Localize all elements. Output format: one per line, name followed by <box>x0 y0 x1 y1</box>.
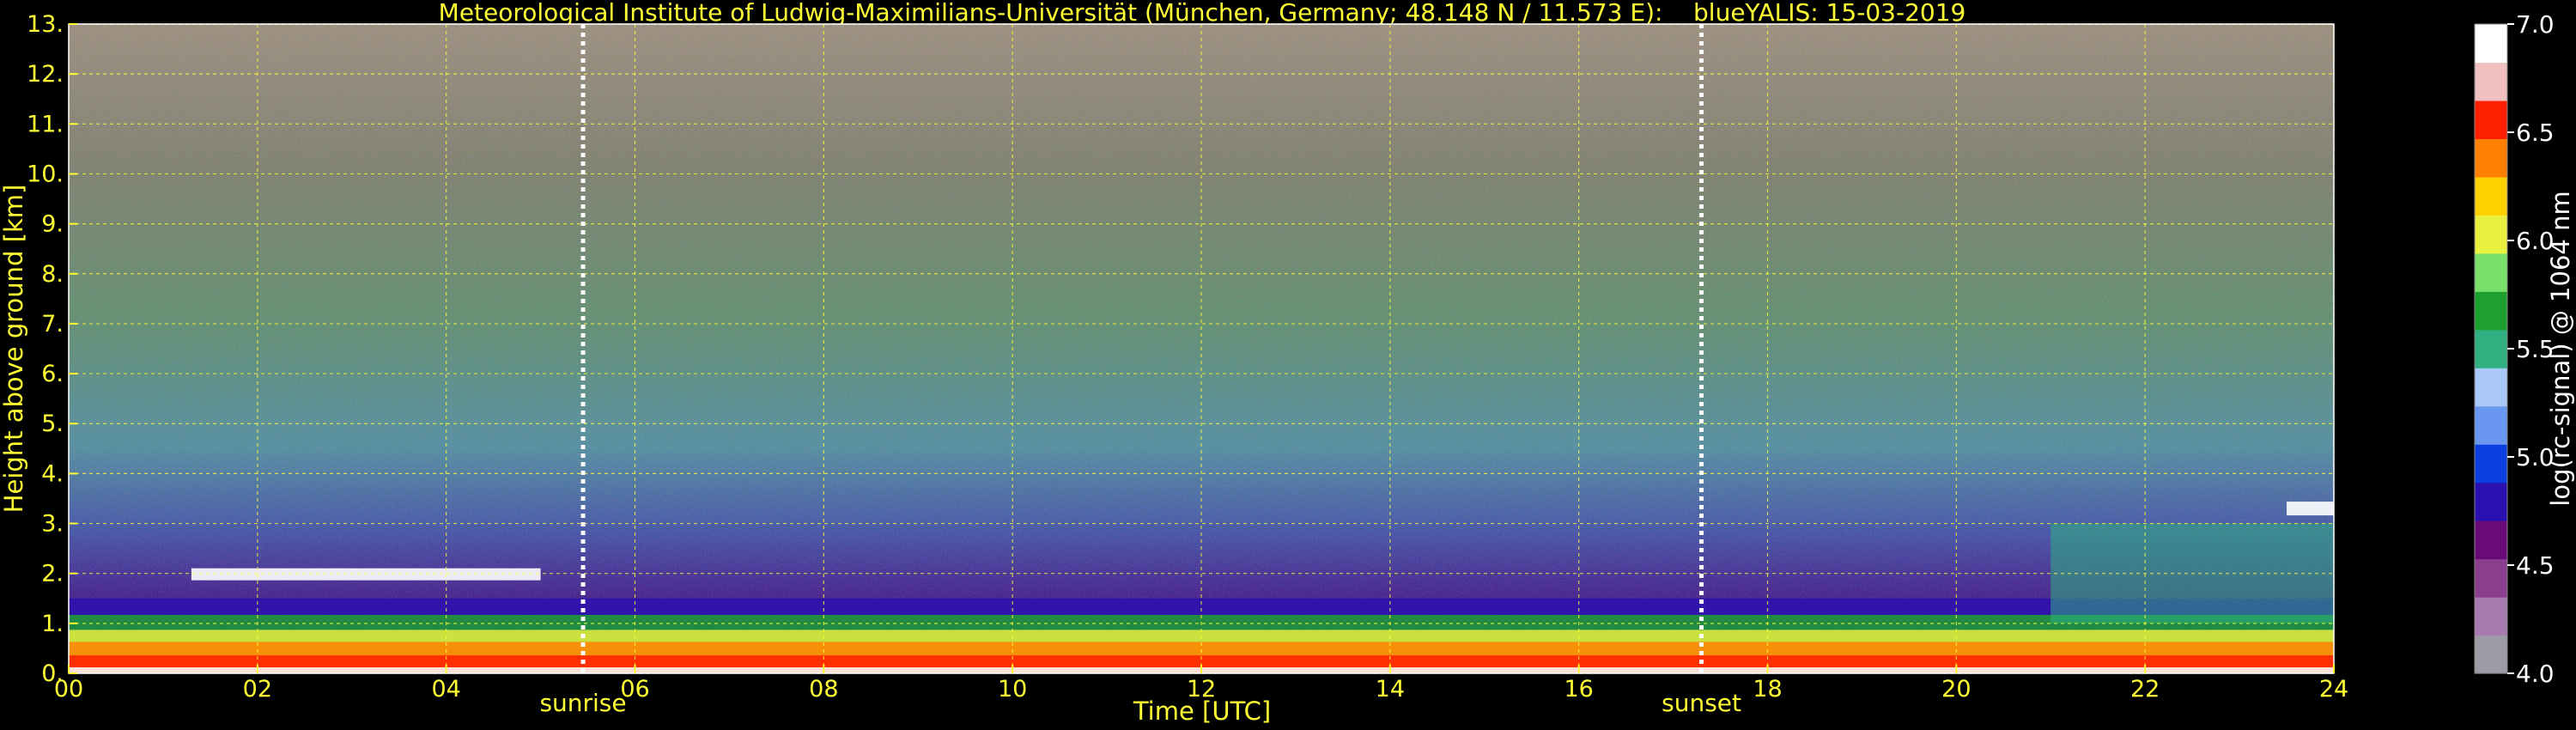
y-tick-label: 4. <box>41 460 64 487</box>
colorbar-segment <box>2475 329 2507 368</box>
y-tick-label: 3. <box>41 511 64 538</box>
sunrise-label: sunrise <box>539 689 626 717</box>
colorbar-label: log(rc-signal) @ 1064 nm <box>2546 191 2575 506</box>
y-tick-label: 2. <box>41 561 64 587</box>
colorbar-segment <box>2475 252 2507 292</box>
colorbar-segment <box>2475 368 2507 407</box>
y-tick-label: 13. <box>27 11 64 38</box>
x-tick-label: 18 <box>1753 676 1782 703</box>
x-tick-label: 14 <box>1376 676 1405 703</box>
colorbar-tick-label: 4.0 <box>2516 660 2555 688</box>
x-tick-label: 08 <box>809 676 838 703</box>
colorbar-segment <box>2475 215 2507 254</box>
colorbar-segment <box>2475 291 2507 331</box>
y-tick-label: 8. <box>41 261 64 288</box>
colorbar-tick-label: 7.0 <box>2516 10 2555 39</box>
y-tick-label: 5. <box>41 411 64 437</box>
residual-layer-top <box>191 568 541 581</box>
colorbar-segment <box>2475 558 2507 598</box>
y-tick-label: 9. <box>41 211 64 238</box>
colorbar-segment <box>2475 444 2507 484</box>
colorbar-tick-label: 6.5 <box>2516 119 2555 147</box>
colorbar: 4.04.55.05.56.06.57.0log(rc-signal) @ 10… <box>2474 10 2575 688</box>
colorbar-segment <box>2475 138 2507 178</box>
y-tick-label: 6. <box>41 361 64 387</box>
x-axis-label: Time [UTC] <box>1133 697 1271 726</box>
y-tick-label: 7. <box>41 311 64 338</box>
colorbar-tick-label: 4.5 <box>2516 551 2555 580</box>
x-tick-label: 22 <box>2130 676 2160 703</box>
y-tick-label: 12. <box>27 61 64 88</box>
y-tick-label: 1. <box>41 611 64 637</box>
y-tick-label: 0. <box>41 660 64 687</box>
colorbar-segment <box>2475 405 2507 445</box>
lofted-layer <box>2287 502 2334 516</box>
colorbar-segment <box>2475 482 2507 521</box>
x-tick-label: 20 <box>1941 676 1971 703</box>
colorbar-segment <box>2475 597 2507 636</box>
y-tick-label: 11. <box>27 111 64 137</box>
x-tick-label: 16 <box>1564 676 1593 703</box>
colorbar-segment <box>2475 62 2507 101</box>
colorbar-segment <box>2475 24 2507 64</box>
x-tick-label: 24 <box>2319 676 2348 703</box>
lidar-chart: sunrise sunset 00 02 04 06 08 10 12 14 16 18 20 22 24… <box>0 10 2575 726</box>
x-tick-label: 10 <box>998 676 1027 703</box>
x-tick-label: 04 <box>431 676 460 703</box>
lidar-figure: Meteorological Institute of Ludwig-Maxim… <box>0 0 2576 730</box>
colorbar-segment <box>2475 100 2507 140</box>
colorbar-segment <box>2475 520 2507 560</box>
colorbar-segment <box>2475 176 2507 216</box>
y-tick-label: 10. <box>27 161 64 187</box>
sunset-label: sunset <box>1662 689 1741 717</box>
x-tick-label: 06 <box>620 676 649 703</box>
x-tick-label: 02 <box>243 676 272 703</box>
colorbar-segment <box>2475 635 2507 674</box>
y-axis-label: Height above ground [km] <box>0 185 28 514</box>
